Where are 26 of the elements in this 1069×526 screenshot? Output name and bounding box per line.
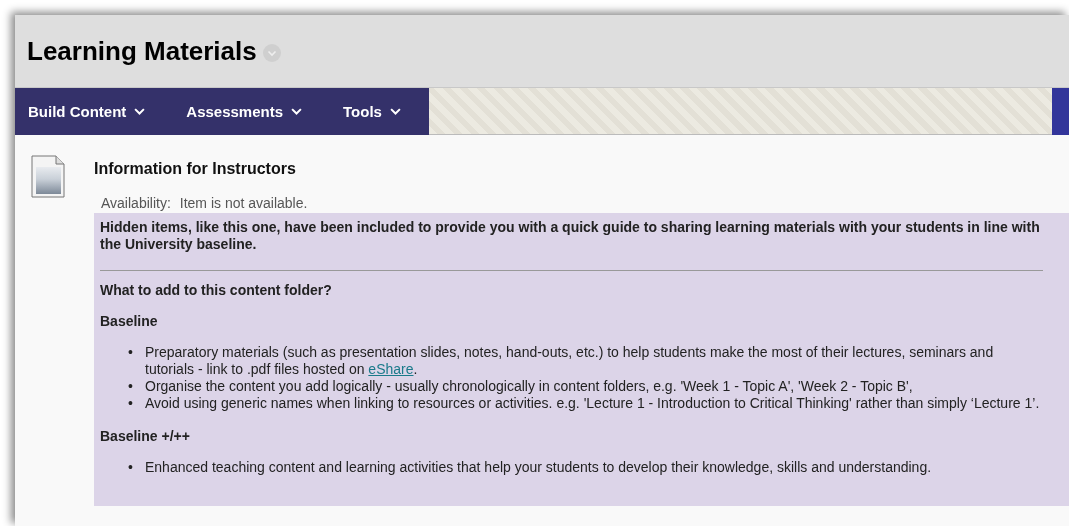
bullet: • xyxy=(128,378,134,395)
chevron-down-icon xyxy=(389,107,401,116)
bullet: • xyxy=(128,344,134,362)
section-heading: Baseline xyxy=(100,313,159,329)
bar-edge xyxy=(1052,88,1069,135)
availability-value: Item is not available. xyxy=(179,195,308,211)
section-heading: Baseline +/++ xyxy=(100,428,191,444)
eshare-link[interactable]: eShare xyxy=(368,361,414,377)
menu-button[interactable]: Assessments xyxy=(173,88,319,135)
intro-text: Hidden items, like this one, have been included to provide you with a quick guide to sharing learning materials with your students in line with the University baseline. xyxy=(100,219,1041,253)
list-item: Organise the content you add logically - usually chronologically in content folders, e.g. 'Week 1 - Topic A', 'Week 2 - Topic B', xyxy=(145,378,913,395)
availability-label: Availability: xyxy=(101,195,171,211)
page-title: Learning Materials xyxy=(27,35,257,67)
bullet: • xyxy=(128,459,134,476)
document-icon xyxy=(31,155,65,198)
list-item: Avoid using generic names when linking to resources or activities. e.g. 'Lecture 1 - Introduction to Critical Thinking' rather than simply ‘Lecture 1’. xyxy=(145,395,1040,412)
chevron-down-icon xyxy=(134,107,146,116)
chevron-down-icon[interactable] xyxy=(262,44,281,62)
bullet: • xyxy=(128,395,134,412)
menu-button[interactable]: Build Content xyxy=(15,88,162,135)
item-title[interactable]: Information for Instructors xyxy=(94,160,1069,178)
chevron-down-icon xyxy=(291,107,303,116)
question-heading: What to add to this content folder? xyxy=(100,282,333,298)
list-item: Preparatory materials (such as presentation slides, notes, hand-outs, etc.) to help students make the most of their lectures, seminars and tutorials - link to .pdf files hosted on eShare. xyxy=(145,344,995,378)
menu-button[interactable]: Tools xyxy=(330,88,417,135)
list-item: Enhanced teaching content and learning activities that help your students to develop their knowledge, skills and understanding. xyxy=(145,459,932,476)
